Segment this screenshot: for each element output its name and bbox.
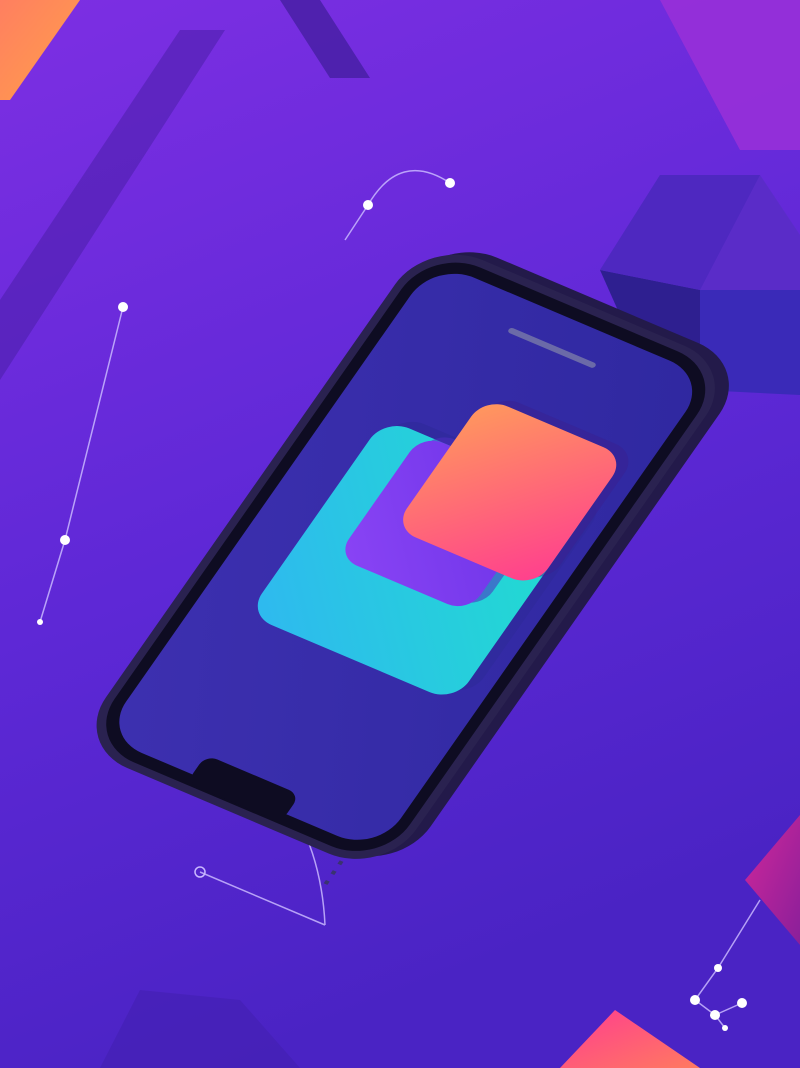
illustration-svg — [0, 0, 800, 1068]
illustration-scene — [0, 0, 800, 1068]
